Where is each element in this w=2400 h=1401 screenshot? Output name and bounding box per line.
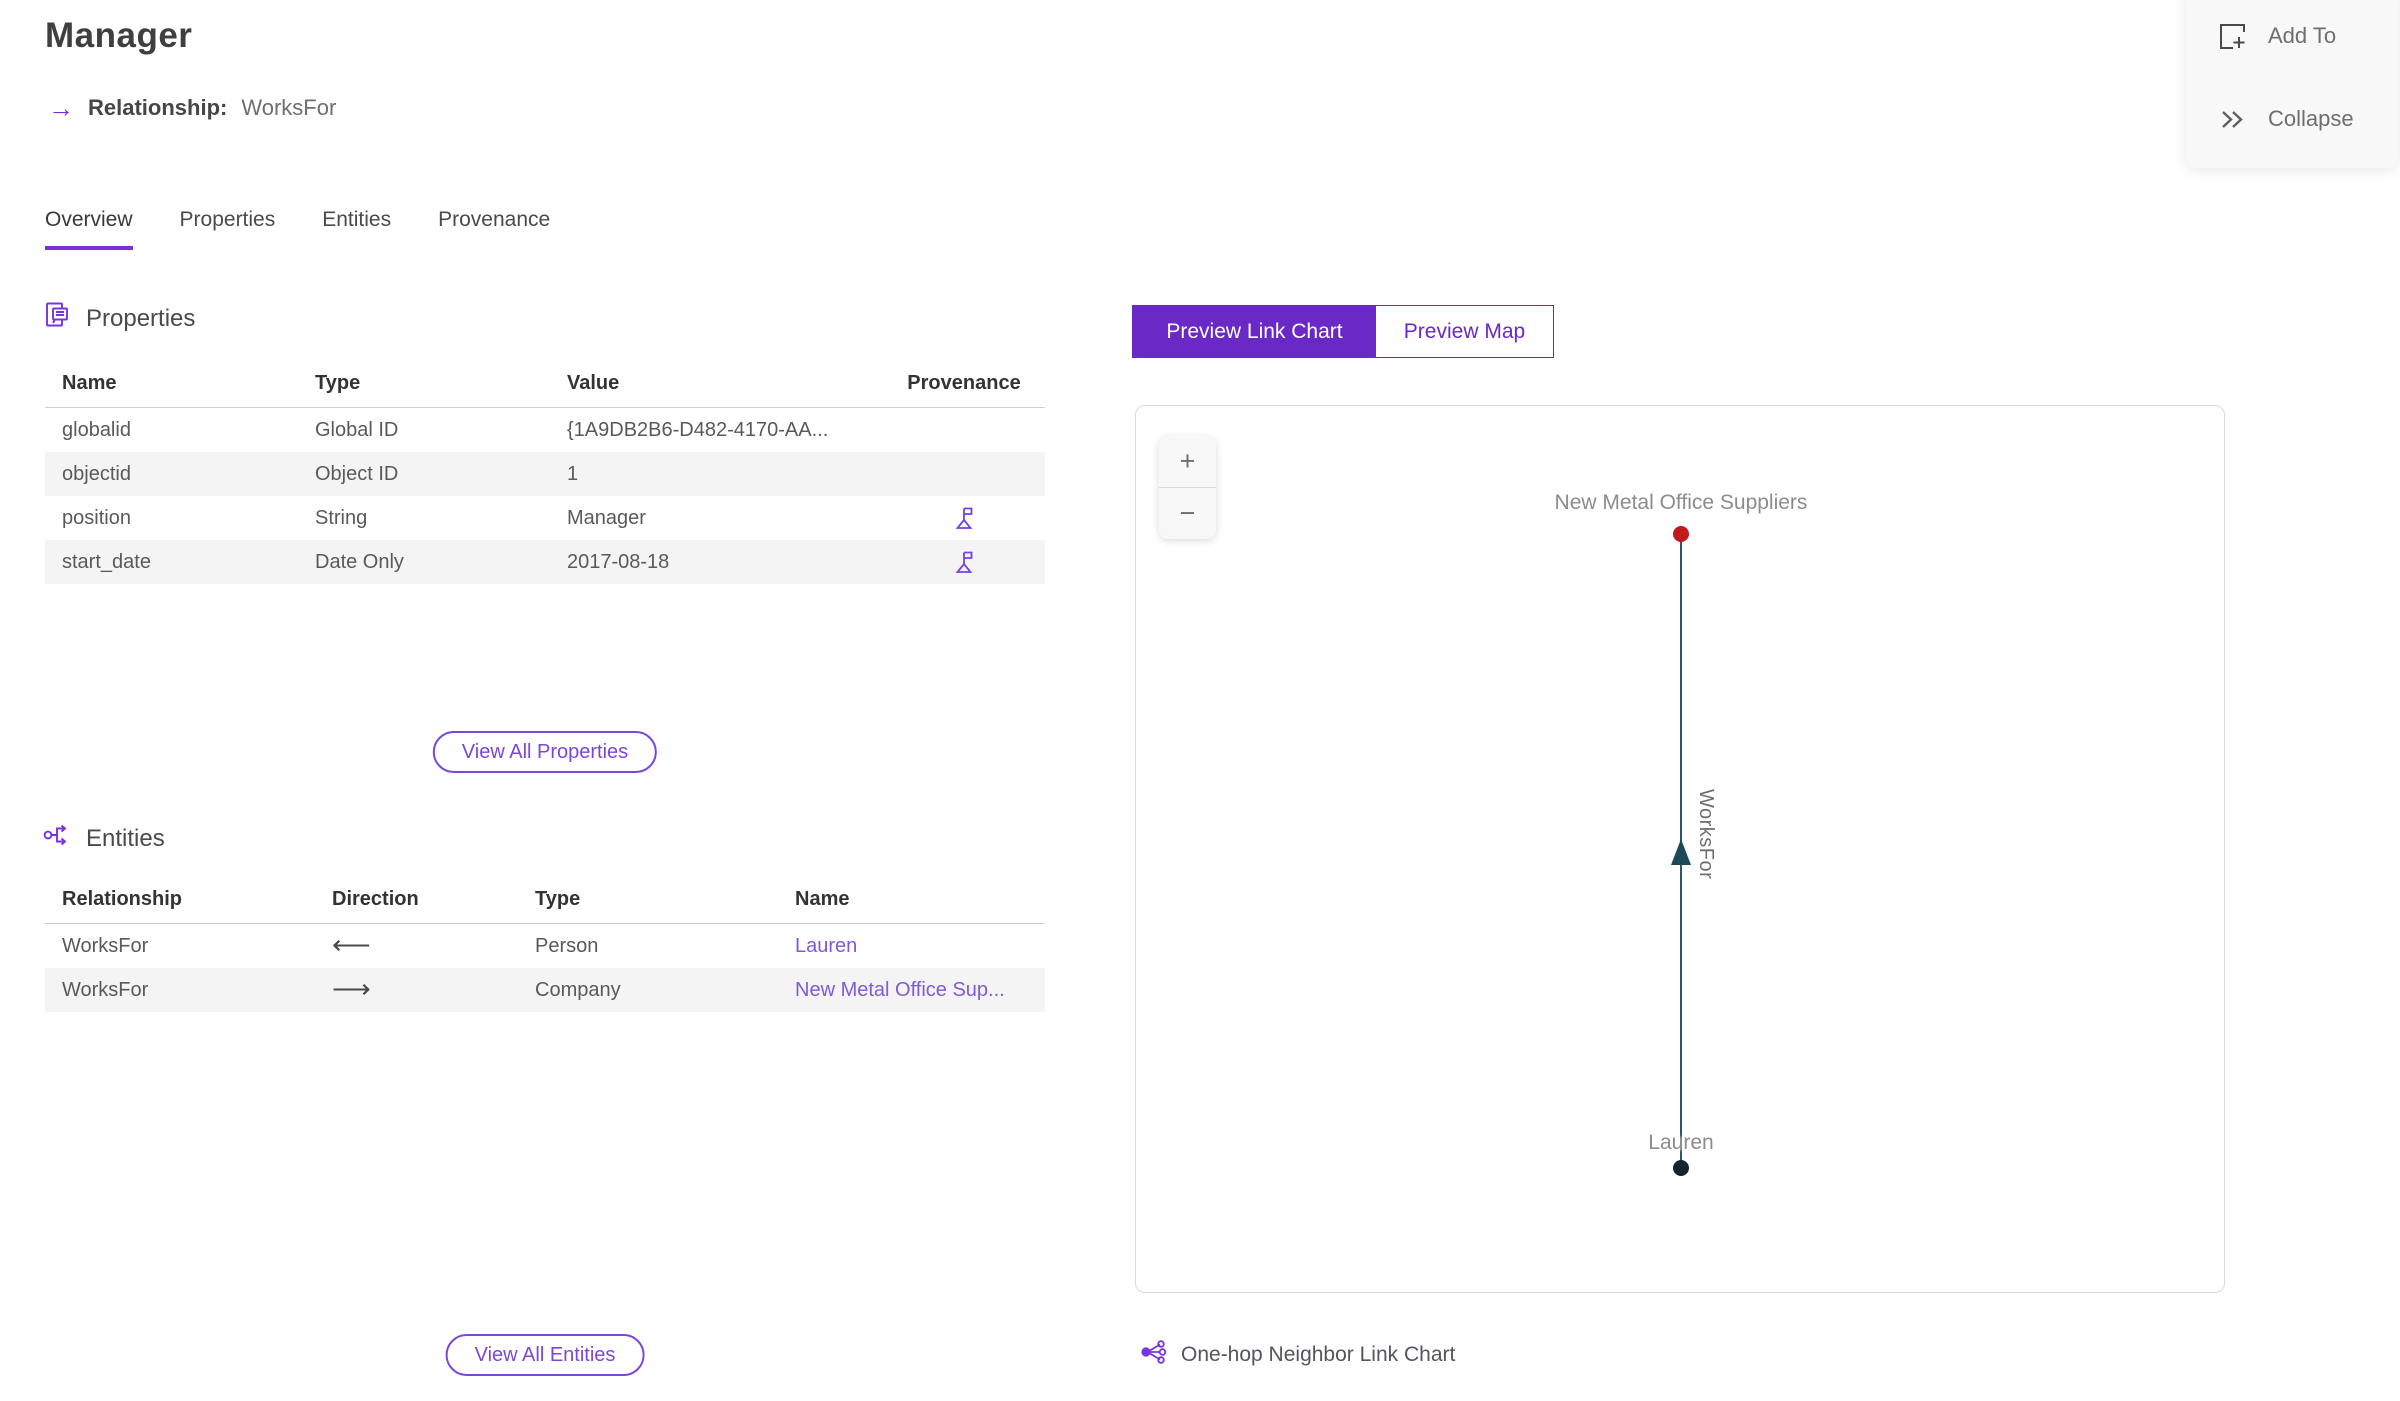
col-relationship: Relationship [62, 888, 183, 910]
entities-table-header: Relationship Direction Type Name [45, 876, 1045, 924]
entity-relationship: WorksFor [62, 934, 149, 957]
node-label-person: Lauren [1648, 1131, 1714, 1154]
relationship-label: Relationship: [88, 95, 228, 120]
col-provenance: Provenance [907, 372, 1021, 394]
prop-type: Date Only [315, 550, 404, 573]
provenance-flag-icon[interactable] [951, 549, 977, 575]
col-name: Name [62, 372, 117, 394]
page-title: Manager [45, 16, 193, 55]
add-to-icon [2216, 20, 2248, 52]
entity-detail-page: Manager → Relationship: WorksFor Add To [0, 0, 2400, 1401]
preview-map-button[interactable]: Preview Map [1376, 306, 1553, 357]
add-to-label: Add To [2268, 23, 2337, 48]
entity-direction: ⟶ [315, 976, 518, 1004]
one-hop-network-icon [1140, 1338, 1168, 1372]
properties-icon [42, 300, 72, 337]
relationship-value: WorksFor [241, 95, 337, 120]
prop-name: start_date [62, 550, 151, 573]
add-to-button[interactable]: Add To [2216, 20, 2336, 52]
tab-properties[interactable]: Properties [180, 208, 276, 250]
table-row: position String Manager [45, 496, 1045, 540]
prop-value: 2017-08-18 [567, 550, 670, 573]
node-company[interactable] [1673, 526, 1689, 542]
col-direction: Direction [332, 888, 419, 910]
tab-bar: Overview Properties Entities Provenance [45, 208, 550, 250]
node-person[interactable] [1673, 1160, 1689, 1176]
prop-name: objectid [62, 462, 131, 485]
col-type: Type [315, 372, 361, 394]
collapse-label: Collapse [2268, 106, 2354, 131]
entities-table: Relationship Direction Type Name WorksFo… [45, 876, 1045, 1012]
preview-link-chart-button[interactable]: Preview Link Chart [1133, 306, 1376, 357]
zoom-controls: + − [1159, 436, 1216, 539]
entity-type: Person [535, 934, 599, 957]
tab-provenance[interactable]: Provenance [438, 208, 550, 250]
entity-name-link[interactable]: New Metal Office Sup... [795, 979, 1005, 1001]
table-row: objectid Object ID 1 [45, 452, 1045, 496]
properties-table: Name Type Value Provenance globalid Glob… [45, 360, 1045, 584]
properties-table-header: Name Type Value Provenance [45, 360, 1045, 408]
col-name: Name [795, 888, 850, 910]
relationship-arrow-icon: → [48, 93, 74, 123]
prop-name: position [62, 506, 131, 529]
entities-section-header: Entities [42, 820, 165, 857]
actions-panel: Add To Collapse [2186, 0, 2398, 168]
prop-provenance [883, 505, 1045, 531]
node-label-company: New Metal Office Suppliers [1554, 491, 1808, 514]
edge-label: WorksFor [1695, 789, 1717, 880]
properties-section-header: Properties [42, 300, 195, 337]
col-value: Value [567, 372, 620, 394]
edge-arrowhead-icon [1671, 839, 1691, 865]
properties-section-title: Properties [86, 304, 196, 332]
prop-type: Object ID [315, 462, 399, 485]
preview-toggle-group: Preview Link Chart Preview Map [1132, 305, 1554, 358]
prop-type: Global ID [315, 418, 399, 441]
entity-direction: ⟵ [315, 932, 518, 960]
chart-caption: One-hop Neighbor Link Chart [1140, 1338, 1455, 1372]
double-chevron-right-icon [2216, 103, 2248, 135]
entity-type: Company [535, 978, 621, 1001]
entity-name-link[interactable]: Lauren [795, 935, 857, 957]
link-chart-panel[interactable]: + − New Metal Office Suppliers WorksFor … [1135, 405, 2225, 1293]
prop-name: globalid [62, 418, 131, 441]
chart-caption-label: One-hop Neighbor Link Chart [1181, 1343, 1456, 1366]
prop-value: 1 [567, 462, 579, 485]
table-row: start_date Date Only 2017-08-18 [45, 540, 1045, 584]
table-row: WorksFor ⟶ Company New Metal Office Sup.… [45, 968, 1045, 1012]
entity-relationship: WorksFor [62, 978, 149, 1001]
table-row: WorksFor ⟵ Person Lauren [45, 924, 1045, 968]
view-all-entities-button[interactable]: View All Entities [445, 1334, 645, 1376]
table-row: globalid Global ID {1A9DB2B6-D482-4170-A… [45, 408, 1045, 452]
arrow-right-icon: ⟶ [332, 976, 371, 1004]
entities-section-title: Entities [86, 824, 165, 852]
prop-provenance [883, 549, 1045, 575]
entities-icon [42, 820, 72, 857]
prop-value: Manager [567, 506, 646, 529]
provenance-flag-icon[interactable] [951, 505, 977, 531]
zoom-in-button[interactable]: + [1159, 436, 1216, 487]
view-all-properties-button[interactable]: View All Properties [432, 731, 658, 773]
col-type: Type [535, 888, 581, 910]
prop-type: String [315, 506, 368, 529]
zoom-out-button[interactable]: − [1159, 487, 1216, 539]
tab-overview[interactable]: Overview [45, 208, 133, 250]
arrow-left-icon: ⟵ [332, 932, 371, 960]
collapse-button[interactable]: Collapse [2216, 103, 2354, 135]
tab-entities[interactable]: Entities [322, 208, 391, 250]
relationship-subtitle: → Relationship: WorksFor [48, 95, 336, 121]
prop-value: {1A9DB2B6-D482-4170-AA... [567, 418, 829, 441]
